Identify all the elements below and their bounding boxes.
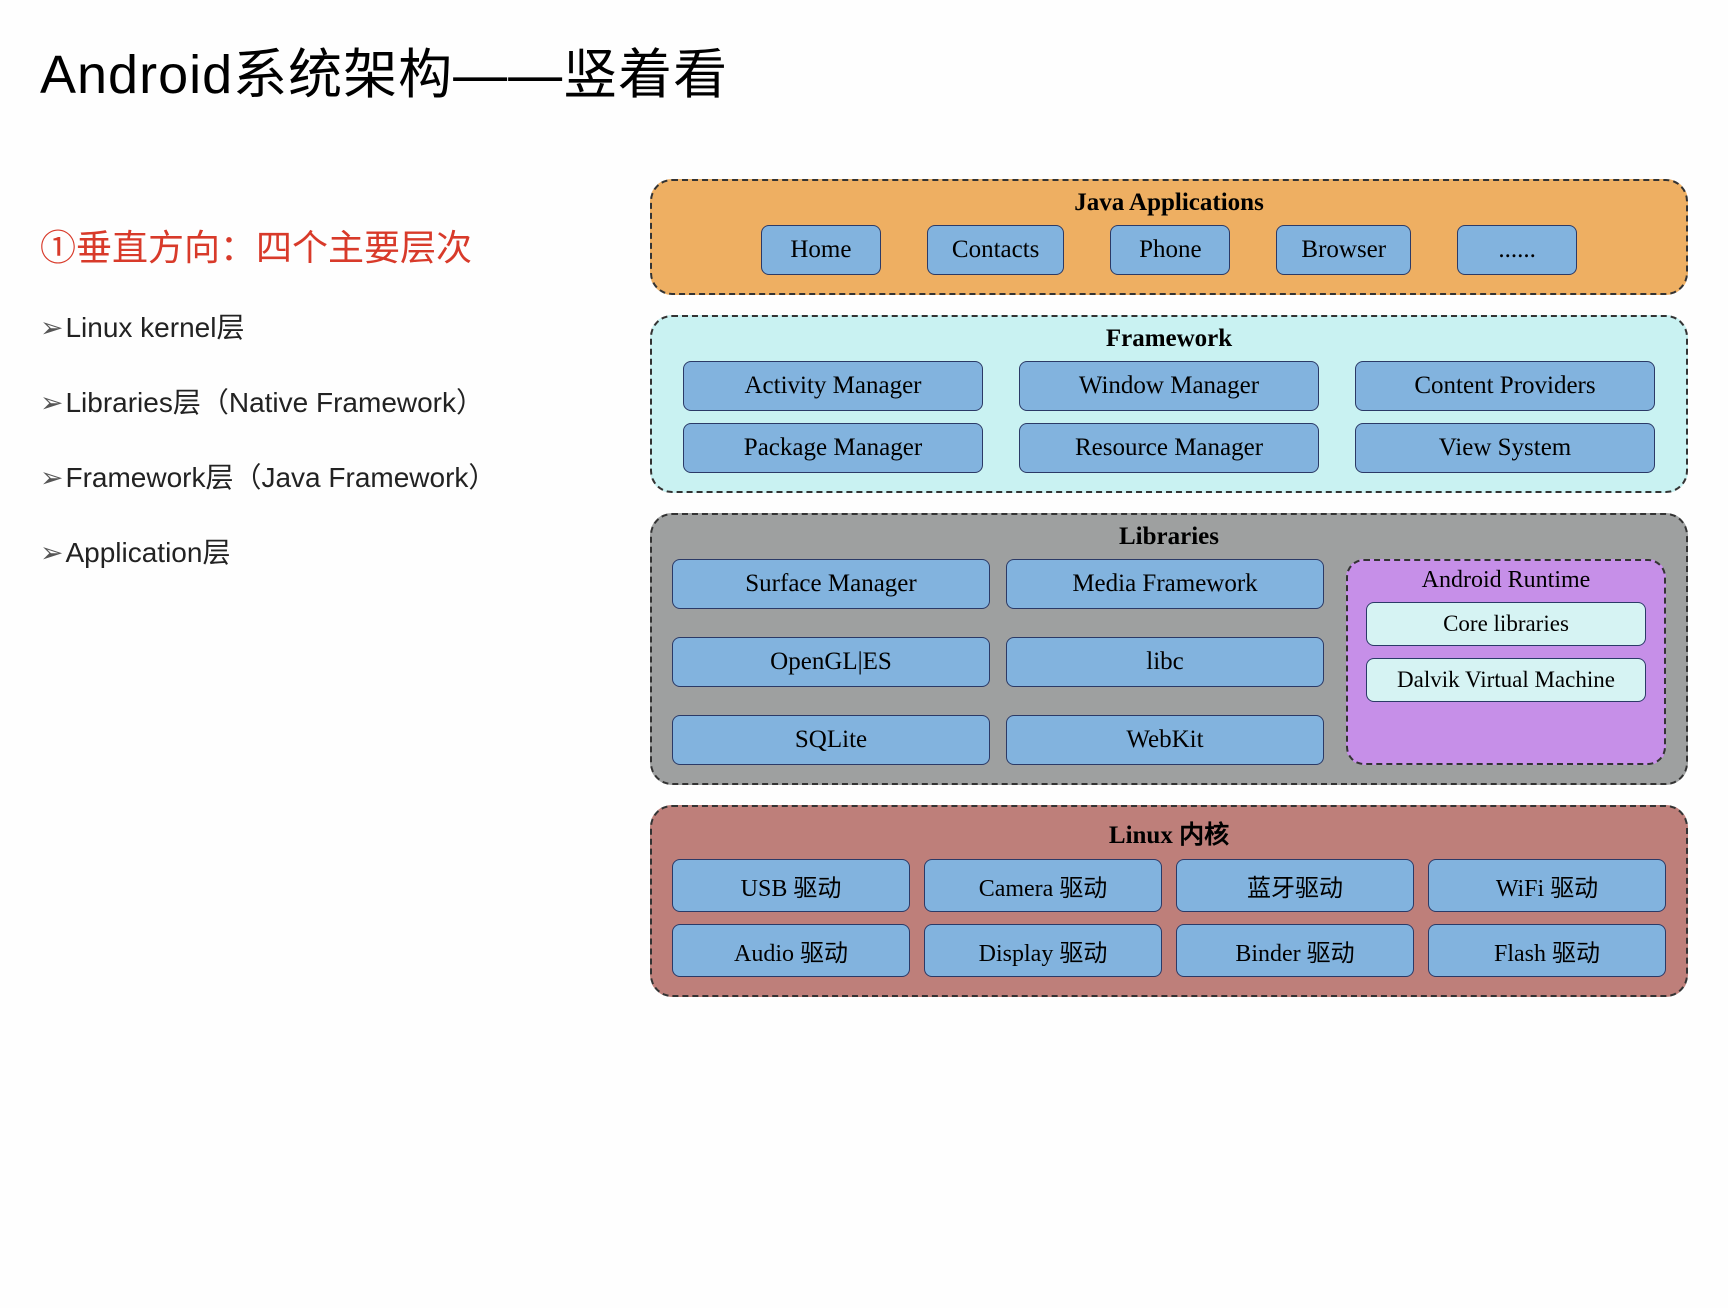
app-box-phone: Phone xyxy=(1110,225,1230,275)
bullet-arrow-icon: ➢ xyxy=(40,311,63,344)
layer-framework: Framework Activity Manager Window Manage… xyxy=(650,315,1688,493)
fw-box-view-system: View System xyxy=(1355,423,1655,473)
layer-title: Linux 内核 xyxy=(672,815,1666,851)
layer-libraries: Libraries Surface Manager Media Framewor… xyxy=(650,513,1688,785)
framework-row: Package Manager Resource Manager View Sy… xyxy=(672,423,1666,473)
layer-applications: Java Applications Home Contacts Phone Br… xyxy=(650,179,1688,295)
libraries-row: SQLite WebKit xyxy=(672,715,1324,765)
section-heading: ①垂直方向：四个主要层次 xyxy=(40,219,620,271)
lib-box-webkit: WebKit xyxy=(1006,715,1324,765)
framework-row: Activity Manager Window Manager Content … xyxy=(672,361,1666,411)
libraries-left: Surface Manager Media Framework OpenGL|E… xyxy=(672,559,1324,765)
layer-title: Libraries xyxy=(672,523,1666,551)
fw-box-resource-manager: Resource Manager xyxy=(1019,423,1319,473)
bullet-item: ➢Framework层（Java Framework） xyxy=(40,456,620,496)
page-title: Android系统架构——竖着看 xyxy=(40,30,1688,109)
bullet-arrow-icon: ➢ xyxy=(40,461,63,494)
kernel-row: USB 驱动 Camera 驱动 蓝牙驱动 WiFi 驱动 xyxy=(672,859,1666,912)
runtime-box-core-libraries: Core libraries xyxy=(1366,602,1646,646)
layer-title: Framework xyxy=(672,325,1666,353)
kernel-box-binder-driver: Binder 驱动 xyxy=(1176,924,1414,977)
kernel-box-display-driver: Display 驱动 xyxy=(924,924,1162,977)
fw-box-package-manager: Package Manager xyxy=(683,423,983,473)
app-box-home: Home xyxy=(761,225,881,275)
layer-title: Java Applications xyxy=(672,189,1666,217)
bullet-text: Linux kernel层 xyxy=(65,312,244,343)
libraries-body: Surface Manager Media Framework OpenGL|E… xyxy=(672,559,1666,765)
runtime-title: Android Runtime xyxy=(1366,567,1646,594)
kernel-box-bluetooth-driver: 蓝牙驱动 xyxy=(1176,859,1414,912)
android-runtime: Android Runtime Core libraries Dalvik Vi… xyxy=(1346,559,1666,765)
kernel-box-camera-driver: Camera 驱动 xyxy=(924,859,1162,912)
layer-kernel: Linux 内核 USB 驱动 Camera 驱动 蓝牙驱动 WiFi 驱动 A… xyxy=(650,805,1688,997)
bullet-item: ➢Libraries层（Native Framework） xyxy=(40,381,620,421)
bullet-item: ➢Linux kernel层 xyxy=(40,306,620,346)
kernel-box-wifi-driver: WiFi 驱动 xyxy=(1428,859,1666,912)
lib-box-sqlite: SQLite xyxy=(672,715,990,765)
content-columns: ①垂直方向：四个主要层次 ➢Linux kernel层 ➢Libraries层（… xyxy=(40,179,1688,997)
bullet-item: ➢Application层 xyxy=(40,531,620,571)
apps-row: Home Contacts Phone Browser ...... xyxy=(672,225,1666,275)
app-box-browser: Browser xyxy=(1276,225,1411,275)
bullet-text: Libraries层（Native Framework） xyxy=(65,387,484,418)
libraries-row: OpenGL|ES libc xyxy=(672,637,1324,687)
kernel-box-usb-driver: USB 驱动 xyxy=(672,859,910,912)
libraries-row: Surface Manager Media Framework xyxy=(672,559,1324,609)
bullet-text: Framework层（Java Framework） xyxy=(65,462,496,493)
app-box-more: ...... xyxy=(1457,225,1577,275)
fw-box-window-manager: Window Manager xyxy=(1019,361,1319,411)
lib-box-surface-manager: Surface Manager xyxy=(672,559,990,609)
lib-box-libc: libc xyxy=(1006,637,1324,687)
bullet-text: Application层 xyxy=(65,537,230,568)
right-column: Java Applications Home Contacts Phone Br… xyxy=(650,179,1688,997)
lib-box-media-framework: Media Framework xyxy=(1006,559,1324,609)
fw-box-content-providers: Content Providers xyxy=(1355,361,1655,411)
runtime-box-dalvik-vm: Dalvik Virtual Machine xyxy=(1366,658,1646,702)
kernel-row: Audio 驱动 Display 驱动 Binder 驱动 Flash 驱动 xyxy=(672,924,1666,977)
app-box-contacts: Contacts xyxy=(927,225,1065,275)
left-column: ①垂直方向：四个主要层次 ➢Linux kernel层 ➢Libraries层（… xyxy=(40,179,620,997)
slide: Android系统架构——竖着看 ①垂直方向：四个主要层次 ➢Linux ker… xyxy=(0,0,1728,1027)
bullet-arrow-icon: ➢ xyxy=(40,386,63,419)
lib-box-opengl-es: OpenGL|ES xyxy=(672,637,990,687)
bullet-arrow-icon: ➢ xyxy=(40,536,63,569)
kernel-box-audio-driver: Audio 驱动 xyxy=(672,924,910,977)
kernel-box-flash-driver: Flash 驱动 xyxy=(1428,924,1666,977)
fw-box-activity-manager: Activity Manager xyxy=(683,361,983,411)
